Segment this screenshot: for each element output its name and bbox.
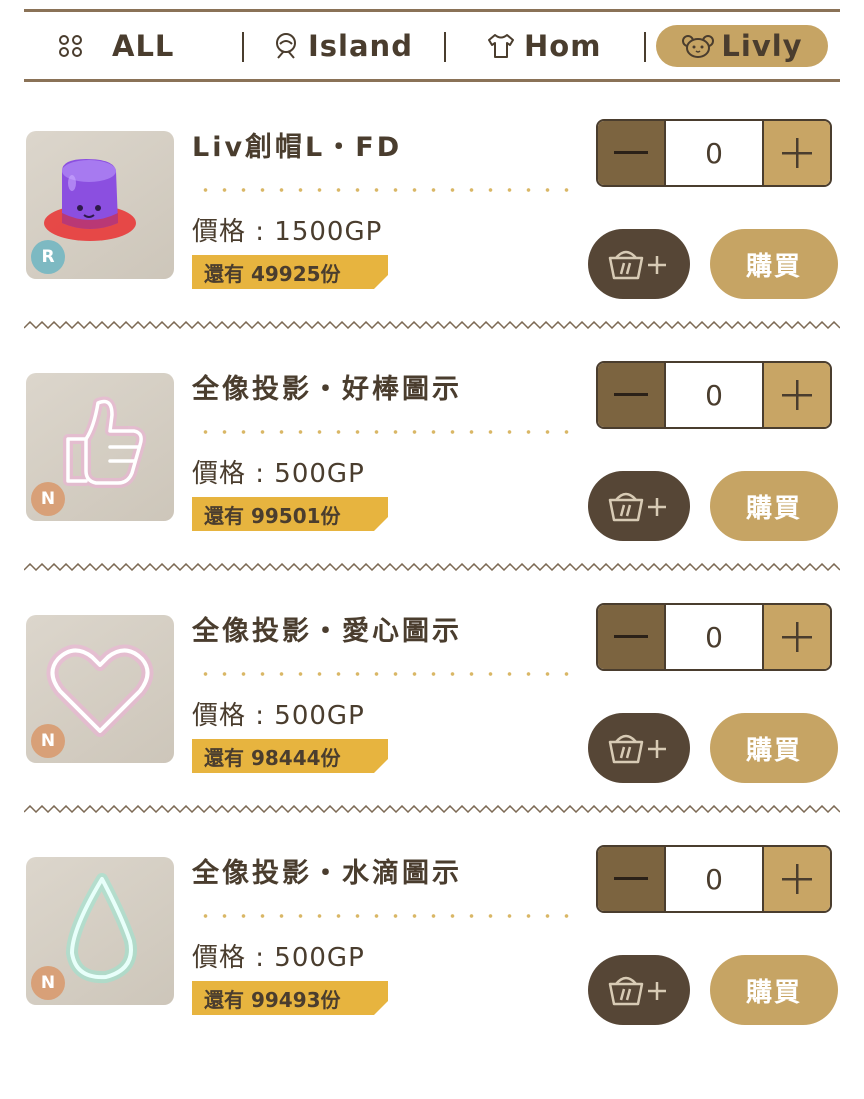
quantity-stepper: 0	[596, 119, 832, 187]
minus-icon	[614, 393, 648, 396]
add-to-cart-button[interactable]	[588, 955, 690, 1025]
tab-divider	[444, 32, 446, 62]
tab-hom-label: Hom	[524, 29, 602, 63]
item-thumbnail[interactable]: N	[26, 615, 174, 763]
item-price: 價格 : 500GP	[192, 459, 365, 489]
plus-icon	[782, 380, 812, 410]
quantity-value[interactable]: 0	[666, 121, 762, 185]
item-thumbnail[interactable]: N	[26, 857, 174, 1005]
rarity-badge: N	[31, 482, 65, 516]
tab-divider	[242, 32, 244, 62]
buy-button[interactable]: 購買	[710, 229, 838, 299]
minus-icon	[614, 635, 648, 638]
tab-all[interactable]: ALL	[58, 12, 174, 80]
dotted-divider	[196, 187, 576, 193]
decrement-button[interactable]	[598, 605, 666, 669]
item-divider	[24, 805, 840, 813]
plus-icon	[782, 138, 812, 168]
add-to-cart-button[interactable]	[588, 713, 690, 783]
buy-button[interactable]: 購買	[710, 713, 838, 783]
stock-tag: 還有 99493份	[192, 981, 388, 1015]
decrement-button[interactable]	[598, 847, 666, 911]
tab-island-label: Island	[308, 29, 413, 63]
list-item: R Liv創帽L・FD 價格 : 1500GP 還有 49925份 0 購買	[0, 119, 864, 373]
item-price: 價格 : 500GP	[192, 943, 365, 973]
decrement-button[interactable]	[598, 121, 666, 185]
increment-button[interactable]	[762, 121, 830, 185]
buy-button[interactable]: 購買	[710, 955, 838, 1025]
quantity-stepper: 0	[596, 603, 832, 671]
tab-divider	[644, 32, 646, 62]
increment-button[interactable]	[762, 847, 830, 911]
increment-button[interactable]	[762, 363, 830, 427]
tab-livly[interactable]: Livly	[656, 25, 828, 67]
category-tabs: ALL Island Hom Livly	[24, 12, 840, 80]
add-to-cart-button[interactable]	[588, 229, 690, 299]
rarity-badge: N	[31, 966, 65, 1000]
shirt-icon	[486, 33, 516, 59]
basket-plus-icon	[608, 492, 666, 522]
quantity-stepper: 0	[596, 361, 832, 429]
tab-all-label: ALL	[112, 29, 175, 63]
quantity-value[interactable]: 0	[666, 847, 762, 911]
item-name: Liv創帽L・FD	[192, 132, 403, 163]
minus-icon	[614, 877, 648, 880]
add-to-cart-button[interactable]	[588, 471, 690, 541]
item-name: 全像投影・水滴圖示	[192, 858, 462, 889]
livly-face-icon	[681, 32, 715, 60]
tab-island[interactable]: Island	[272, 12, 413, 80]
minus-icon	[614, 151, 648, 154]
item-divider	[24, 321, 840, 329]
item-price: 價格 : 1500GP	[192, 217, 383, 247]
stock-label: 還有 98444份	[204, 745, 341, 770]
rarity-badge: R	[31, 240, 65, 274]
grid-dots-icon	[58, 35, 84, 57]
rarity-badge: N	[31, 724, 65, 758]
dotted-divider	[196, 913, 576, 919]
tab-hom[interactable]: Hom	[486, 12, 601, 80]
basket-plus-icon	[608, 250, 666, 280]
dotted-divider	[196, 671, 576, 677]
item-price: 價格 : 500GP	[192, 701, 365, 731]
island-icon	[272, 32, 300, 60]
stock-label: 還有 99501份	[204, 503, 341, 528]
decrement-button[interactable]	[598, 363, 666, 427]
quantity-value[interactable]: 0	[666, 363, 762, 427]
list-item: N 全像投影・好棒圖示 價格 : 500GP 還有 99501份 0 購買	[0, 361, 864, 615]
item-name: 全像投影・愛心圖示	[192, 616, 462, 647]
item-thumbnail[interactable]: R	[26, 131, 174, 279]
quantity-value[interactable]: 0	[666, 605, 762, 669]
dotted-divider	[196, 429, 576, 435]
tab-livly-label: Livly	[721, 29, 803, 63]
buy-button[interactable]: 購買	[710, 471, 838, 541]
stock-tag: 還有 98444份	[192, 739, 388, 773]
basket-plus-icon	[608, 734, 666, 764]
plus-icon	[782, 864, 812, 894]
increment-button[interactable]	[762, 605, 830, 669]
item-thumbnail[interactable]: N	[26, 373, 174, 521]
stock-tag: 還有 49925份	[192, 255, 388, 289]
list-item: N 全像投影・愛心圖示 價格 : 500GP 還有 98444份 0 購買	[0, 603, 864, 857]
stock-label: 還有 99493份	[204, 987, 341, 1012]
plus-icon	[782, 622, 812, 652]
item-name: 全像投影・好棒圖示	[192, 374, 462, 405]
stock-label: 還有 49925份	[204, 261, 341, 286]
item-divider	[24, 563, 840, 571]
stock-tag: 還有 99501份	[192, 497, 388, 531]
list-item: N 全像投影・水滴圖示 價格 : 500GP 還有 99493份 0 購買	[0, 845, 864, 1099]
basket-plus-icon	[608, 976, 666, 1006]
quantity-stepper: 0	[596, 845, 832, 913]
